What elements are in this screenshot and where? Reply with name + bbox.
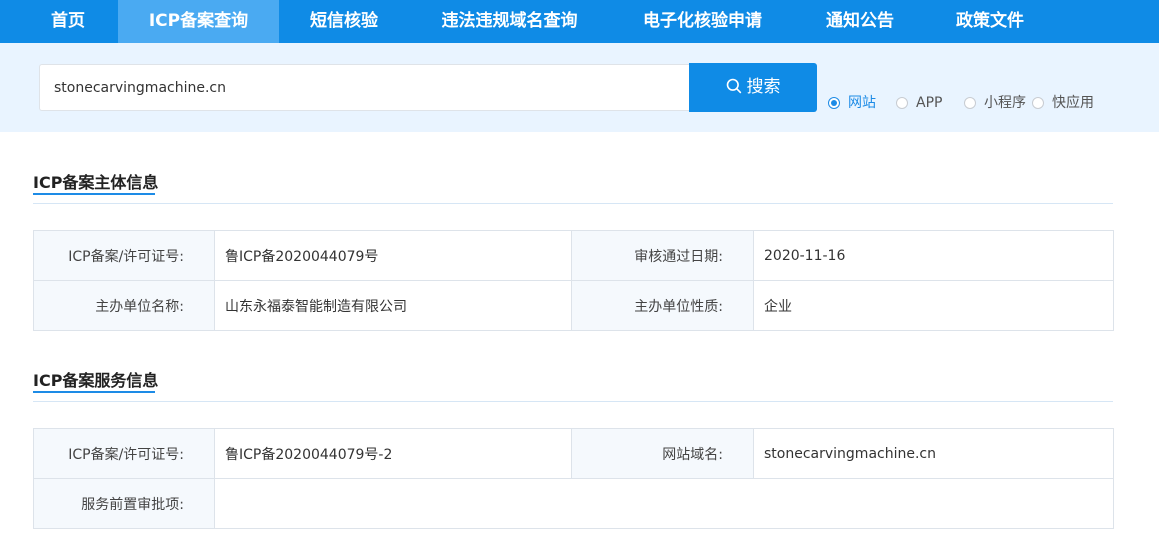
radio-website[interactable]: 网站	[828, 95, 876, 111]
org-type-value: 企业	[753, 280, 1114, 331]
nav-sms-verify[interactable]: 短信核验	[279, 0, 409, 43]
service-divider	[33, 401, 1113, 402]
table-row: ICP备案/许可证号: 鲁ICP备2020044079号 审核通过日期: 202…	[33, 230, 1114, 281]
radio-label: APP	[916, 95, 943, 111]
radio-app[interactable]: APP	[896, 95, 942, 111]
entity-title-underline	[33, 193, 155, 195]
org-type-label: 主办单位性质:	[571, 280, 754, 331]
radio-label: 网站	[848, 95, 876, 111]
org-name-label: 主办单位名称:	[33, 280, 215, 331]
service-title-underline	[33, 391, 155, 393]
entity-section-title: ICP备案主体信息	[33, 173, 159, 192]
nav-illegal-domain[interactable]: 违法违规域名查询	[409, 0, 610, 43]
radio-dot	[1032, 97, 1044, 109]
search-icon	[726, 78, 741, 94]
search-input[interactable]	[39, 64, 689, 111]
top-nav: 首页 ICP备案查询 短信核验 违法违规域名查询 电子化核验申请 通知公告 政策…	[0, 0, 1159, 43]
search-button[interactable]: 搜索	[689, 63, 817, 112]
nav-notice[interactable]: 通知公告	[795, 0, 925, 43]
search-button-label: 搜索	[746, 77, 781, 97]
radio-label: 快应用	[1052, 95, 1094, 111]
radio-mini-program[interactable]: 小程序	[964, 95, 1026, 111]
radio-dot	[896, 97, 908, 109]
service-license-value: 鲁ICP备2020044079号-2	[214, 428, 572, 479]
entity-divider	[33, 203, 1113, 204]
license-value: 鲁ICP备2020044079号	[214, 230, 572, 281]
domain-label: 网站域名:	[571, 428, 754, 479]
nav-icp-query[interactable]: ICP备案查询	[118, 0, 279, 43]
org-name-value: 山东永福泰智能制造有限公司	[214, 280, 572, 331]
license-label: ICP备案/许可证号:	[33, 230, 215, 281]
approval-date-label: 审核通过日期:	[571, 230, 754, 281]
radio-quick-app[interactable]: 快应用	[1032, 95, 1094, 111]
entity-info-table: ICP备案/许可证号: 鲁ICP备2020044079号 审核通过日期: 202…	[33, 230, 1114, 331]
approval-date-value: 2020-11-16	[753, 230, 1114, 281]
service-section-title: ICP备案服务信息	[33, 371, 159, 390]
radio-dot	[828, 97, 840, 109]
table-row: 服务前置审批项:	[33, 478, 1114, 529]
pre-approval-label: 服务前置审批项:	[33, 478, 215, 529]
nav-e-verify[interactable]: 电子化核验申请	[610, 0, 795, 43]
domain-value: stonecarvingmachine.cn	[753, 428, 1114, 479]
table-row: 主办单位名称: 山东永福泰智能制造有限公司 主办单位性质: 企业	[33, 280, 1114, 331]
nav-home[interactable]: 首页	[18, 0, 118, 43]
table-row: ICP备案/许可证号: 鲁ICP备2020044079号-2 网站域名: sto…	[33, 428, 1114, 479]
pre-approval-value	[214, 478, 1114, 529]
radio-dot	[964, 97, 976, 109]
service-info-table: ICP备案/许可证号: 鲁ICP备2020044079号-2 网站域名: sto…	[33, 428, 1114, 529]
service-license-label: ICP备案/许可证号:	[33, 428, 215, 479]
nav-policy[interactable]: 政策文件	[925, 0, 1055, 43]
radio-label: 小程序	[984, 95, 1026, 111]
